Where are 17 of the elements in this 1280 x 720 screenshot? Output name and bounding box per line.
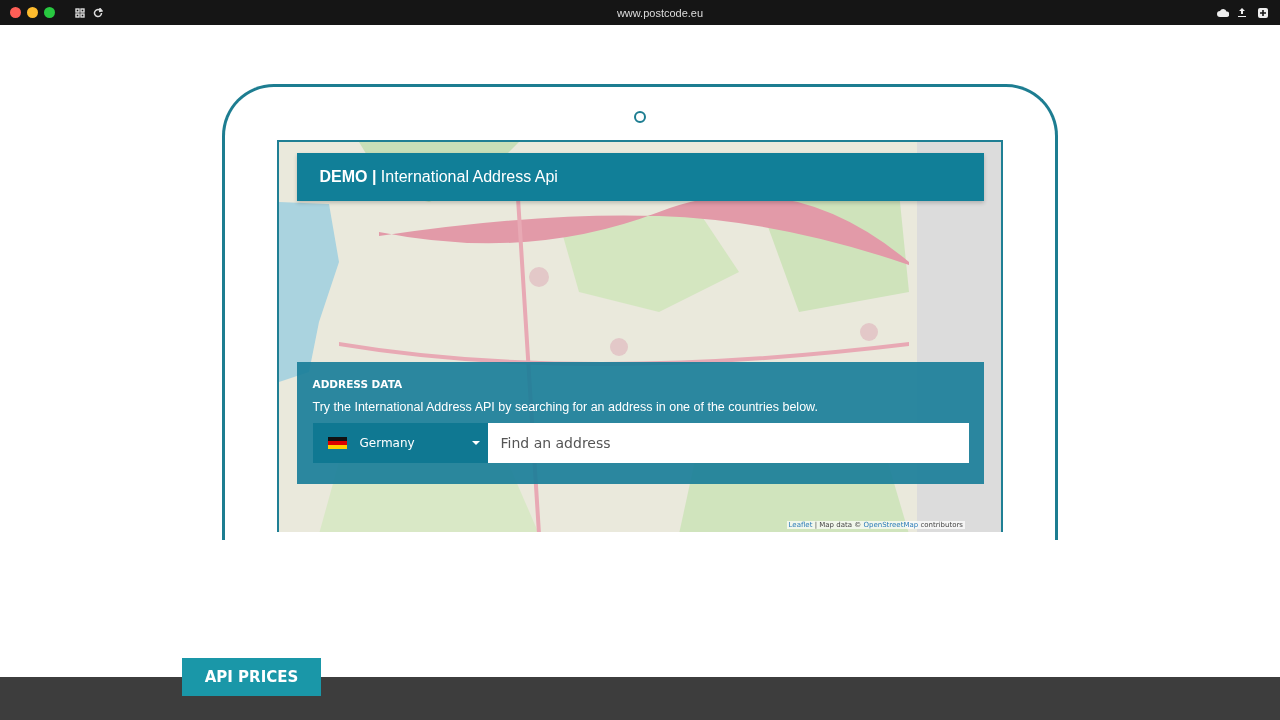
new-tab-icon[interactable] xyxy=(1258,7,1268,18)
maximize-icon[interactable] xyxy=(44,7,55,18)
demo-title: DEMO | International Address Api xyxy=(296,153,984,201)
camera-icon xyxy=(634,111,646,123)
close-icon[interactable] xyxy=(10,7,21,18)
address-field[interactable]: Find an address xyxy=(487,423,969,463)
minimize-icon[interactable] xyxy=(27,7,38,18)
refresh-icon[interactable] xyxy=(93,7,103,18)
caret-icon xyxy=(471,441,480,445)
upload-icon[interactable] xyxy=(1238,8,1246,17)
section-label: ADDRESS DATA xyxy=(312,378,404,390)
api-prices-button[interactable]: API PRICES xyxy=(182,658,321,696)
flag-icon xyxy=(327,437,347,449)
cloud-download-icon[interactable] xyxy=(1217,8,1229,17)
description: Try the International Address API by searching for an address in one of the countries below. xyxy=(312,400,819,414)
country-select[interactable]: Germany xyxy=(312,423,488,463)
grid-icon[interactable] xyxy=(75,7,85,18)
